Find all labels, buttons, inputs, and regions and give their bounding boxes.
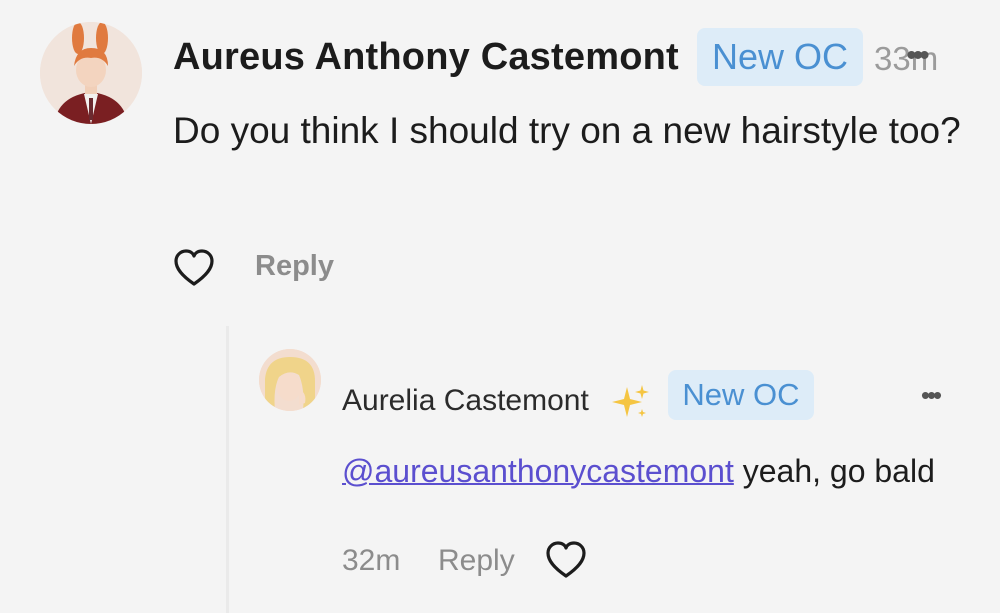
- avatar[interactable]: [40, 22, 142, 124]
- more-options-icon[interactable]: •••: [890, 38, 942, 74]
- thread-line: [226, 326, 229, 613]
- status-badge: New OC: [697, 28, 863, 86]
- more-options-icon[interactable]: •••: [905, 380, 955, 410]
- comment-text: Do you think I should try on a new hairs…: [173, 110, 961, 151]
- mention-link[interactable]: @aureusanthonycastemont: [342, 453, 734, 489]
- reply-message: yeah, go bald: [733, 453, 935, 489]
- reply-button[interactable]: Reply: [438, 544, 515, 578]
- heart-icon[interactable]: [173, 248, 215, 288]
- sparkles-icon: [611, 383, 651, 423]
- reply-text: @aureusanthonycastemont yeah, go bald: [342, 453, 935, 490]
- reply-button[interactable]: Reply: [255, 250, 334, 283]
- heart-icon[interactable]: [545, 540, 587, 580]
- comment-author[interactable]: Aurelia Castemont: [342, 384, 589, 418]
- reply-timestamp: 32m: [342, 544, 401, 577]
- comment-author[interactable]: Aureus Anthony Castemont: [173, 36, 679, 79]
- avatar[interactable]: [259, 349, 321, 411]
- status-badge: New OC: [668, 370, 814, 420]
